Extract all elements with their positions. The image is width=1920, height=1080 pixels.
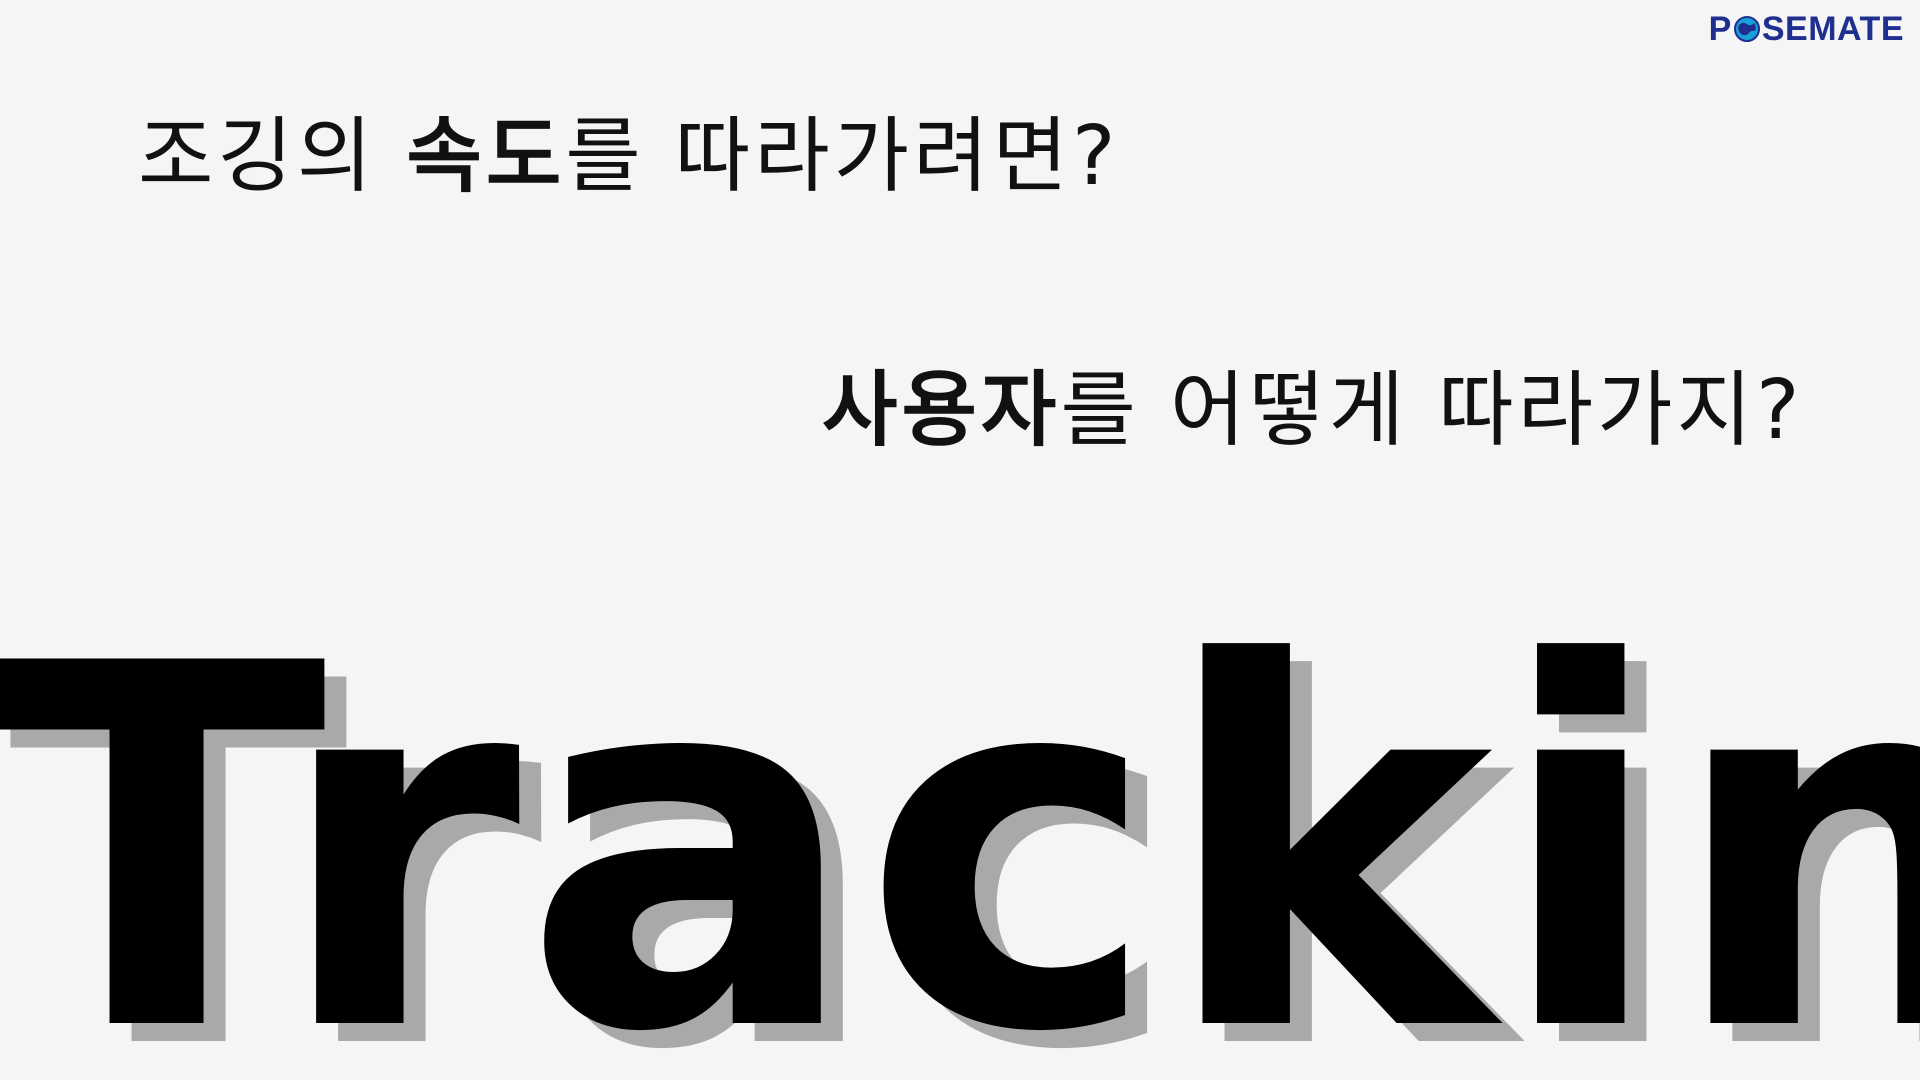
logo-prefix: P	[1708, 10, 1732, 48]
globe-icon	[1733, 15, 1761, 43]
question-user-part2: 를 어떻게 따라가지?	[1060, 363, 1804, 458]
logo-suffix: SEMATE	[1761, 10, 1904, 48]
question-speed: 조깅의 속도를 따라가려면?	[138, 108, 1120, 206]
posemate-logo: P SEMATE	[1709, 12, 1904, 46]
question-speed-part2: 를 따라가려면?	[565, 109, 1120, 204]
question-speed-bold: 속도	[406, 109, 566, 204]
question-user-bold: 사용자	[822, 363, 1061, 458]
question-user: 사용자를 어떻게 따라가지?	[822, 362, 1804, 460]
headline-tracking: Tracking	[0, 559, 1920, 1080]
question-speed-part1: 조깅의	[138, 109, 407, 204]
slide: P SEMATE 조깅의 속도를 따라가려면? 사용자를 어떻게 따라가지? T…	[0, 0, 1920, 1080]
